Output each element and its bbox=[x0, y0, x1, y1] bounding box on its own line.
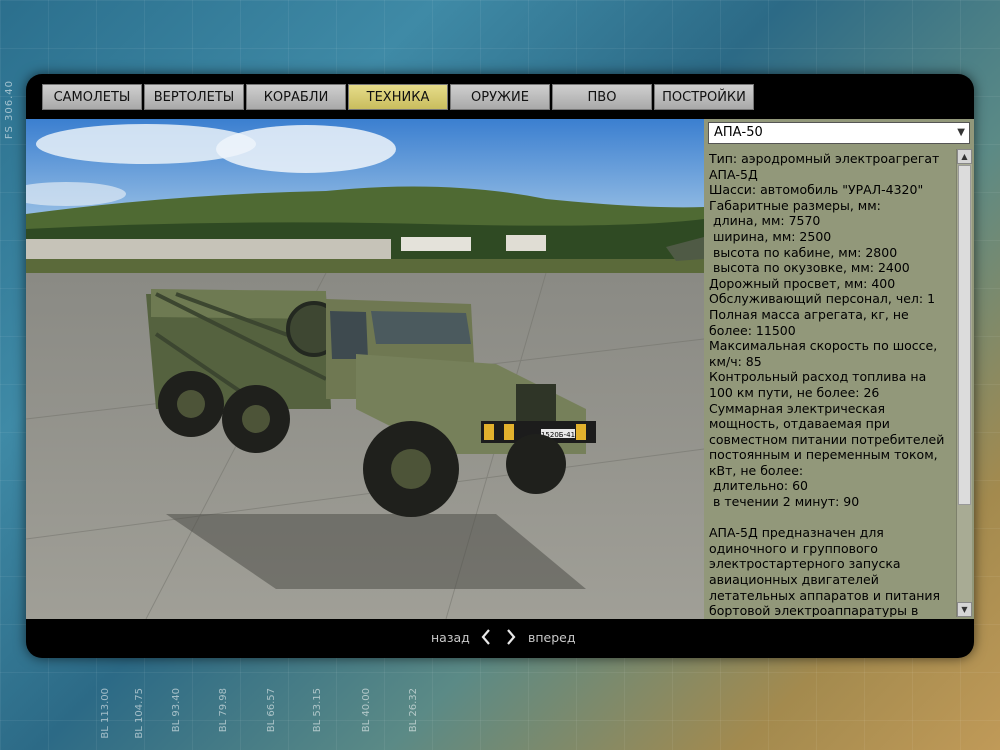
bl-tick: BL 66.57 bbox=[266, 688, 277, 733]
bumper-stripe bbox=[576, 424, 586, 440]
windshield bbox=[371, 311, 471, 344]
bl-tick: BL 104.75 bbox=[134, 688, 145, 739]
building bbox=[506, 235, 546, 251]
wheel-hub bbox=[242, 405, 270, 433]
next-label[interactable]: вперед bbox=[528, 630, 576, 645]
bumper-stripe bbox=[484, 424, 494, 440]
cloud bbox=[216, 125, 396, 173]
unit-select[interactable]: АПА-50 ▼ bbox=[708, 122, 970, 144]
chevron-left-icon[interactable] bbox=[479, 625, 493, 649]
bl-scale: BL 113.00 BL 104.75 BL 93.40 BL 79.98 BL… bbox=[100, 688, 440, 748]
fs-label: FS 306.40 bbox=[4, 80, 15, 140]
tab-aircraft[interactable]: САМОЛЕТЫ bbox=[42, 84, 142, 110]
vehicle-scene: 1520Б-41 bbox=[26, 119, 704, 619]
tab-buildings[interactable]: ПОСТРОЙКИ bbox=[654, 84, 754, 110]
model-viewport[interactable]: 1520Б-41 bbox=[26, 119, 704, 619]
hangar bbox=[401, 237, 471, 251]
unit-select-value: АПА-50 bbox=[714, 125, 763, 140]
bl-tick: BL 93.40 bbox=[171, 688, 182, 733]
bl-tick: BL 113.00 bbox=[100, 688, 111, 739]
page-navigation: назад вперед bbox=[26, 619, 974, 658]
side-window bbox=[330, 311, 368, 359]
unit-description: Тип: аэродромный электроагрегат АПА-5Д Ш… bbox=[709, 151, 945, 617]
bl-tick: BL 26.32 bbox=[408, 688, 419, 733]
wheel-hub bbox=[177, 390, 205, 418]
tab-helicopters[interactable]: ВЕРТОЛЕТЫ bbox=[144, 84, 244, 110]
scroll-up-icon[interactable]: ▲ bbox=[957, 149, 972, 164]
wheel-hub bbox=[391, 449, 431, 489]
prev-label[interactable]: назад bbox=[431, 630, 470, 645]
encyclopedia-window: САМОЛЕТЫ ВЕРТОЛЕТЫ КОРАБЛИ ТЕХНИКА ОРУЖИ… bbox=[26, 74, 974, 658]
tab-ships[interactable]: КОРАБЛИ bbox=[246, 84, 346, 110]
wheel bbox=[506, 434, 566, 494]
bumper-stripe bbox=[504, 424, 514, 440]
bl-tick: BL 53.15 bbox=[312, 688, 323, 733]
chevron-down-icon[interactable]: ▼ bbox=[957, 123, 965, 143]
scroll-down-icon[interactable]: ▼ bbox=[957, 602, 972, 617]
tab-air-defense[interactable]: ПВО bbox=[552, 84, 652, 110]
tab-vehicles[interactable]: ТЕХНИКА bbox=[348, 84, 448, 110]
grass-strip bbox=[26, 259, 704, 273]
chevron-right-icon[interactable] bbox=[504, 625, 518, 649]
bl-tick: BL 40.00 bbox=[361, 688, 372, 733]
scroll-thumb[interactable] bbox=[958, 165, 971, 505]
tab-weapons[interactable]: ОРУЖИЕ bbox=[450, 84, 550, 110]
info-panel: АПА-50 ▼ Тип: аэродромный электроагрегат… bbox=[704, 119, 974, 619]
bl-tick: BL 79.98 bbox=[218, 688, 229, 733]
description-scrollbar[interactable]: ▲ ▼ bbox=[956, 149, 972, 617]
